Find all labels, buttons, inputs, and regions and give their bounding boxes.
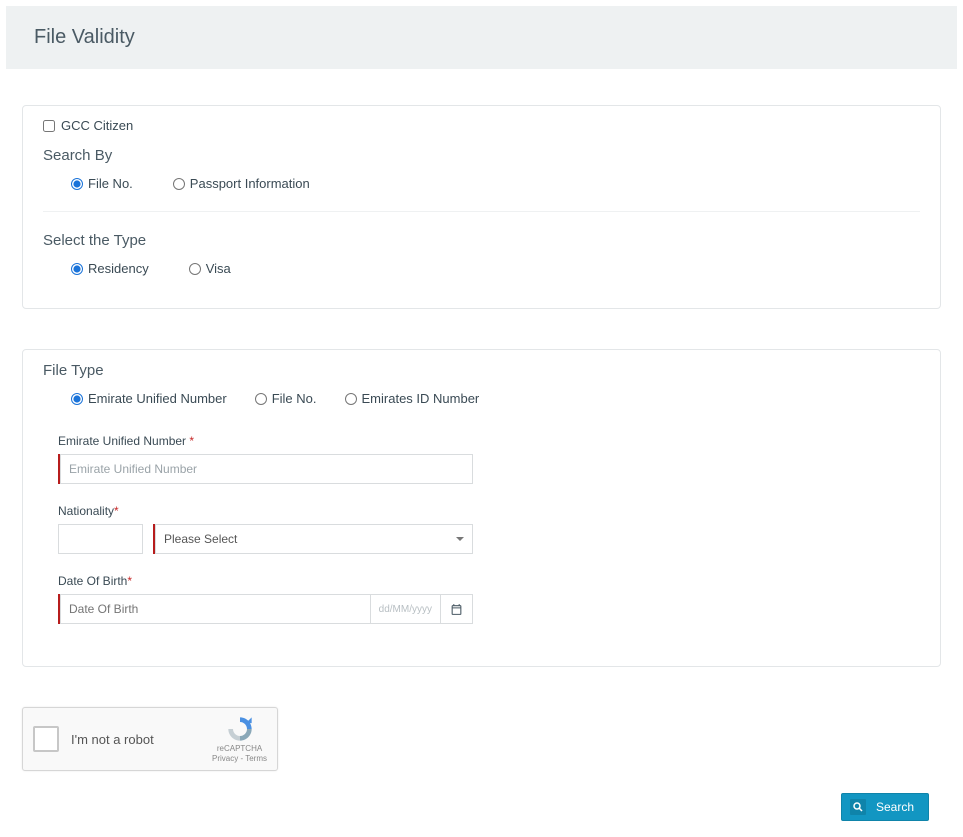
gcc-citizen-row: GCC Citizen <box>43 118 920 133</box>
radio-eun-label: Emirate Unified Number <box>88 391 227 406</box>
required-asterisk: * <box>189 434 194 448</box>
divider <box>43 211 920 212</box>
search-button-label: Search <box>876 800 914 814</box>
radio-visa-input[interactable] <box>189 263 201 275</box>
nationality-row: Please Select <box>58 524 473 554</box>
nationality-field-label: Nationality* <box>58 504 473 518</box>
select-type-radios: Residency Visa <box>43 261 920 276</box>
calendar-icon <box>450 603 463 616</box>
radio-eid[interactable]: Emirates ID Number <box>345 391 480 406</box>
search-icon <box>852 801 864 813</box>
recaptcha-widget: I'm not a robot reCAPTCHA Privacy - Term… <box>22 707 278 771</box>
eun-field-label-text: Emirate Unified Number <box>58 434 189 448</box>
radio-eid-label: Emirates ID Number <box>362 391 480 406</box>
nationality-select-value: Please Select <box>164 532 237 546</box>
eun-input[interactable] <box>60 454 473 484</box>
gcc-citizen-label: GCC Citizen <box>61 118 133 133</box>
radio-file-no-label: File No. <box>88 176 133 191</box>
radio-file-no[interactable]: File No. <box>71 176 133 191</box>
dob-field-label: Date Of Birth* <box>58 574 473 588</box>
nationality-field-label-text: Nationality <box>58 504 114 518</box>
nationality-select[interactable]: Please Select <box>155 524 473 554</box>
dob-row: dd/MM/yyyy <box>58 594 473 624</box>
recaptcha-icon <box>226 715 254 743</box>
recaptcha-badge: reCAPTCHA Privacy - Terms <box>212 715 267 763</box>
dob-field-group: Date Of Birth* dd/MM/yyyy <box>43 574 473 624</box>
recaptcha-legal: Privacy - Terms <box>212 754 267 764</box>
eun-input-wrap <box>58 454 473 484</box>
radio-passport-label: Passport Information <box>190 176 310 191</box>
page-header: File Validity <box>6 6 957 69</box>
nationality-select-wrap: Please Select <box>153 524 473 554</box>
search-by-heading: Search By <box>43 147 920 164</box>
radio-visa-label: Visa <box>206 261 231 276</box>
calendar-button[interactable] <box>441 594 473 624</box>
radio-ftype-fileno-input[interactable] <box>255 393 267 405</box>
search-criteria-panel: GCC Citizen Search By File No. Passport … <box>22 105 941 309</box>
required-asterisk: * <box>114 504 119 518</box>
dob-input[interactable] <box>60 594 371 624</box>
dob-format-hint: dd/MM/yyyy <box>371 594 441 624</box>
radio-visa[interactable]: Visa <box>189 261 231 276</box>
recaptcha-label: I'm not a robot <box>71 732 200 747</box>
search-button[interactable]: Search <box>841 793 929 821</box>
dob-field-label-text: Date Of Birth <box>58 574 127 588</box>
action-row: Search <box>6 793 957 831</box>
search-by-radios: File No. Passport Information <box>43 176 920 191</box>
file-type-heading: File Type <box>43 362 920 379</box>
nationality-field-group: Nationality* Please Select <box>43 504 473 554</box>
file-type-panel: File Type Emirate Unified Number File No… <box>22 349 941 667</box>
radio-eid-input[interactable] <box>345 393 357 405</box>
chevron-down-icon <box>456 537 464 541</box>
radio-residency[interactable]: Residency <box>71 261 149 276</box>
select-type-heading: Select the Type <box>43 232 920 249</box>
nationality-code-input[interactable] <box>58 524 143 554</box>
gcc-citizen-checkbox[interactable] <box>43 120 55 132</box>
eun-field-group: Emirate Unified Number * <box>43 434 473 484</box>
recaptcha-brand: reCAPTCHA <box>212 744 267 754</box>
page-title: File Validity <box>34 26 929 49</box>
recaptcha-checkbox[interactable] <box>33 726 59 752</box>
radio-residency-input[interactable] <box>71 263 83 275</box>
file-type-radios: Emirate Unified Number File No. Emirates… <box>43 391 920 406</box>
eun-field-label: Emirate Unified Number * <box>58 434 473 448</box>
radio-file-no-input[interactable] <box>71 178 83 190</box>
radio-ftype-fileno[interactable]: File No. <box>255 391 317 406</box>
radio-passport-input[interactable] <box>173 178 185 190</box>
radio-ftype-fileno-label: File No. <box>272 391 317 406</box>
search-icon-box <box>850 799 866 815</box>
required-asterisk: * <box>127 574 132 588</box>
radio-residency-label: Residency <box>88 261 149 276</box>
radio-eun-input[interactable] <box>71 393 83 405</box>
radio-passport[interactable]: Passport Information <box>173 176 310 191</box>
radio-eun[interactable]: Emirate Unified Number <box>71 391 227 406</box>
